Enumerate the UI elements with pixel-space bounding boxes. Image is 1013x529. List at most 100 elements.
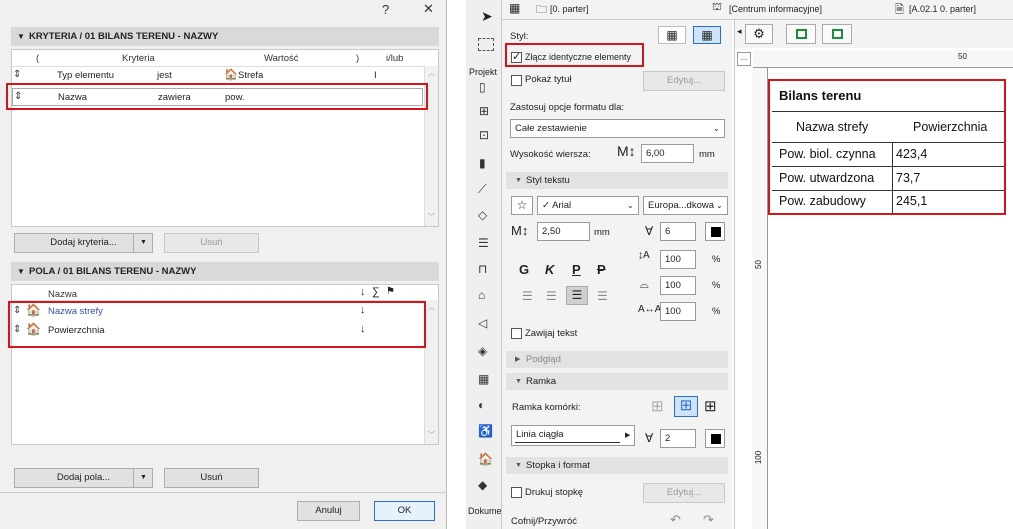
criteria-row[interactable]: ⇕ Typ elementu jest 🏠 Strefa I bbox=[12, 67, 423, 84]
line-spacing-input[interactable]: 100 bbox=[660, 250, 696, 269]
scroll-up-icon[interactable]: ︿ bbox=[428, 302, 435, 312]
footer-section[interactable]: ▼ Stopka i format bbox=[506, 457, 728, 474]
line-color-swatch[interactable] bbox=[705, 429, 725, 448]
skylight-tool-icon[interactable]: ◐ bbox=[478, 398, 485, 412]
mesh-tool-icon[interactable]: ◆ bbox=[478, 478, 487, 492]
frame-inner-icon[interactable]: ⊞ bbox=[674, 396, 698, 417]
show-title-checkbox[interactable] bbox=[511, 75, 522, 86]
print-footer-checkbox[interactable] bbox=[511, 487, 522, 498]
fit-selection-icon[interactable] bbox=[822, 24, 852, 44]
row-height-input[interactable]: 6,00 bbox=[641, 144, 694, 163]
marquee-icon[interactable] bbox=[478, 38, 494, 51]
align-center-icon[interactable]: ☰ bbox=[546, 289, 557, 303]
dropdown-arrow-icon[interactable]: ▼ bbox=[133, 234, 153, 252]
flag-icon[interactable]: ⚑ bbox=[386, 286, 395, 297]
bold-button[interactable]: G bbox=[519, 262, 529, 277]
text-style-section[interactable]: ▼ Styl tekstu bbox=[506, 172, 728, 189]
font-select[interactable]: ✓ Arial ⌄ bbox=[537, 196, 639, 215]
pen-color-swatch[interactable] bbox=[705, 222, 725, 241]
cancel-button[interactable]: Anuluj bbox=[297, 501, 360, 521]
documentation-tab[interactable]: Dokumen bbox=[468, 506, 507, 516]
apply-format-select[interactable]: Całe zestawienie ⌄ bbox=[510, 119, 725, 138]
collapse-triangle-icon: ▼ bbox=[515, 177, 522, 184]
layout-tab[interactable]: [A.02.1 0. parter] bbox=[909, 4, 976, 14]
remove-criteria-button[interactable]: Usuń bbox=[164, 233, 259, 253]
text-size-input[interactable]: 2,50 bbox=[537, 222, 590, 241]
project-tab[interactable]: Projekt bbox=[469, 67, 497, 77]
close-icon[interactable]: ✕ bbox=[423, 1, 434, 17]
info-center-icon: ⛫ bbox=[712, 1, 723, 13]
table-style-plain-icon[interactable]: ▦ bbox=[658, 26, 686, 44]
encoding-select[interactable]: Europa...dkowa ⌄ bbox=[643, 196, 728, 215]
info-center-tab[interactable]: [Centrum informacyjne] bbox=[729, 4, 822, 14]
criteria-value: Strefa bbox=[238, 70, 264, 81]
roof-tool-icon[interactable]: ⌂ bbox=[478, 288, 485, 302]
underline-button[interactable]: P bbox=[572, 262, 581, 277]
percent-label: % bbox=[712, 254, 721, 265]
apply-format-value: Całe zestawienie bbox=[515, 123, 587, 134]
remove-fields-button[interactable]: Usuń bbox=[164, 468, 259, 488]
fields-scrollbar[interactable]: ︿ ﹀ bbox=[424, 300, 438, 444]
frame-all-icon[interactable]: ⊞ bbox=[704, 397, 717, 415]
char-width-input[interactable]: 100 bbox=[660, 276, 696, 295]
column-tool-icon[interactable]: ▮ bbox=[479, 156, 486, 170]
frame-none-icon[interactable]: ⊞ bbox=[651, 397, 664, 415]
slab-tool-icon[interactable]: ◇ bbox=[478, 208, 487, 222]
sort-icon[interactable]: ↓ bbox=[360, 286, 366, 298]
beam-tool-icon[interactable]: ⟋ bbox=[478, 182, 486, 197]
add-fields-button[interactable]: Dodaj pola... ▼ bbox=[14, 468, 153, 488]
redo-icon[interactable]: ↷ bbox=[703, 512, 714, 528]
table-style-grid-icon[interactable]: ▦ bbox=[693, 26, 721, 44]
criteria-section-header[interactable]: ▼ KRYTERIA / 01 BILANS TERENU - NAZWY bbox=[11, 27, 439, 46]
criteria-logic: I bbox=[374, 70, 377, 81]
edit-footer-button[interactable]: Edytuj... bbox=[643, 483, 725, 503]
scroll-down-icon[interactable]: ﹀ bbox=[428, 430, 435, 440]
fields-section-header[interactable]: ▼ POLA / 01 BILANS TERENU - NAZWY bbox=[11, 262, 439, 281]
dropdown-arrow-icon[interactable]: ▼ bbox=[133, 469, 153, 487]
strikethrough-button[interactable]: P bbox=[597, 262, 606, 277]
railing-tool-icon[interactable]: ⊓ bbox=[478, 262, 487, 276]
align-justify-icon[interactable]: ☰ bbox=[597, 289, 608, 303]
line-pen-input[interactable]: 2 bbox=[660, 429, 696, 448]
curtain-wall-tool-icon[interactable]: ▦ bbox=[478, 372, 489, 386]
favorite-star-icon[interactable]: ☆ bbox=[511, 196, 533, 215]
ruler-corner[interactable]: ... bbox=[737, 52, 751, 66]
italic-button[interactable]: K bbox=[545, 262, 554, 277]
preview-section[interactable]: ▶ Podgląd bbox=[506, 351, 728, 368]
align-left-icon[interactable]: ☰ bbox=[522, 289, 533, 303]
shell-tool-icon[interactable]: ◁ bbox=[478, 316, 487, 330]
story-tab[interactable]: [0. parter] bbox=[550, 4, 589, 14]
undo-icon[interactable]: ↶ bbox=[670, 512, 681, 528]
text-style-title: Styl tekstu bbox=[526, 175, 570, 186]
wrap-text-checkbox[interactable] bbox=[511, 328, 522, 339]
help-icon[interactable]: ? bbox=[382, 2, 389, 17]
window-tool-icon[interactable]: ⊡ bbox=[479, 128, 489, 142]
settings-gear-icon[interactable]: ⚙ bbox=[745, 24, 773, 44]
zone-tool-icon[interactable]: 🏠 bbox=[478, 452, 493, 466]
wall-tool-icon[interactable]: ▯ bbox=[479, 80, 486, 94]
door-tool-icon[interactable]: ⊞ bbox=[479, 104, 489, 118]
add-criteria-button[interactable]: Dodaj kryteria... ▼ bbox=[14, 233, 153, 253]
morph-tool-icon[interactable]: ◈ bbox=[478, 344, 487, 358]
criteria-field: Typ elementu bbox=[57, 70, 115, 81]
align-right-icon[interactable]: ☰ bbox=[566, 286, 588, 305]
char-spacing-value: 100 bbox=[665, 306, 681, 317]
drag-handle-icon[interactable]: ⇕ bbox=[13, 69, 21, 80]
sum-icon[interactable]: ∑ bbox=[372, 286, 380, 298]
ok-button[interactable]: OK bbox=[374, 501, 435, 521]
frame-section[interactable]: ▼ Ramka bbox=[506, 373, 728, 390]
show-title-label: Pokaż tytuł bbox=[525, 74, 572, 85]
fit-element-icon[interactable] bbox=[786, 24, 816, 44]
scroll-down-icon[interactable]: ﹀ bbox=[428, 212, 435, 222]
line-type-select[interactable]: Linia ciągła ▶ bbox=[511, 425, 635, 446]
stair-tool-icon[interactable]: ☰ bbox=[478, 236, 489, 250]
pointer-icon[interactable]: ➤ bbox=[481, 8, 493, 25]
scroll-up-icon[interactable]: ︿ bbox=[428, 68, 435, 78]
row-height-icon: M↕ bbox=[617, 143, 636, 159]
char-spacing-input[interactable]: 100 bbox=[660, 302, 696, 321]
chevron-left-icon[interactable]: ◂ bbox=[737, 26, 742, 37]
grid-icon[interactable]: ▦ bbox=[509, 1, 520, 15]
pen-input[interactable]: 6 bbox=[660, 222, 696, 241]
object-tool-icon[interactable]: ♿ bbox=[478, 424, 493, 438]
edit-title-button[interactable]: Edytuj... bbox=[643, 71, 725, 91]
